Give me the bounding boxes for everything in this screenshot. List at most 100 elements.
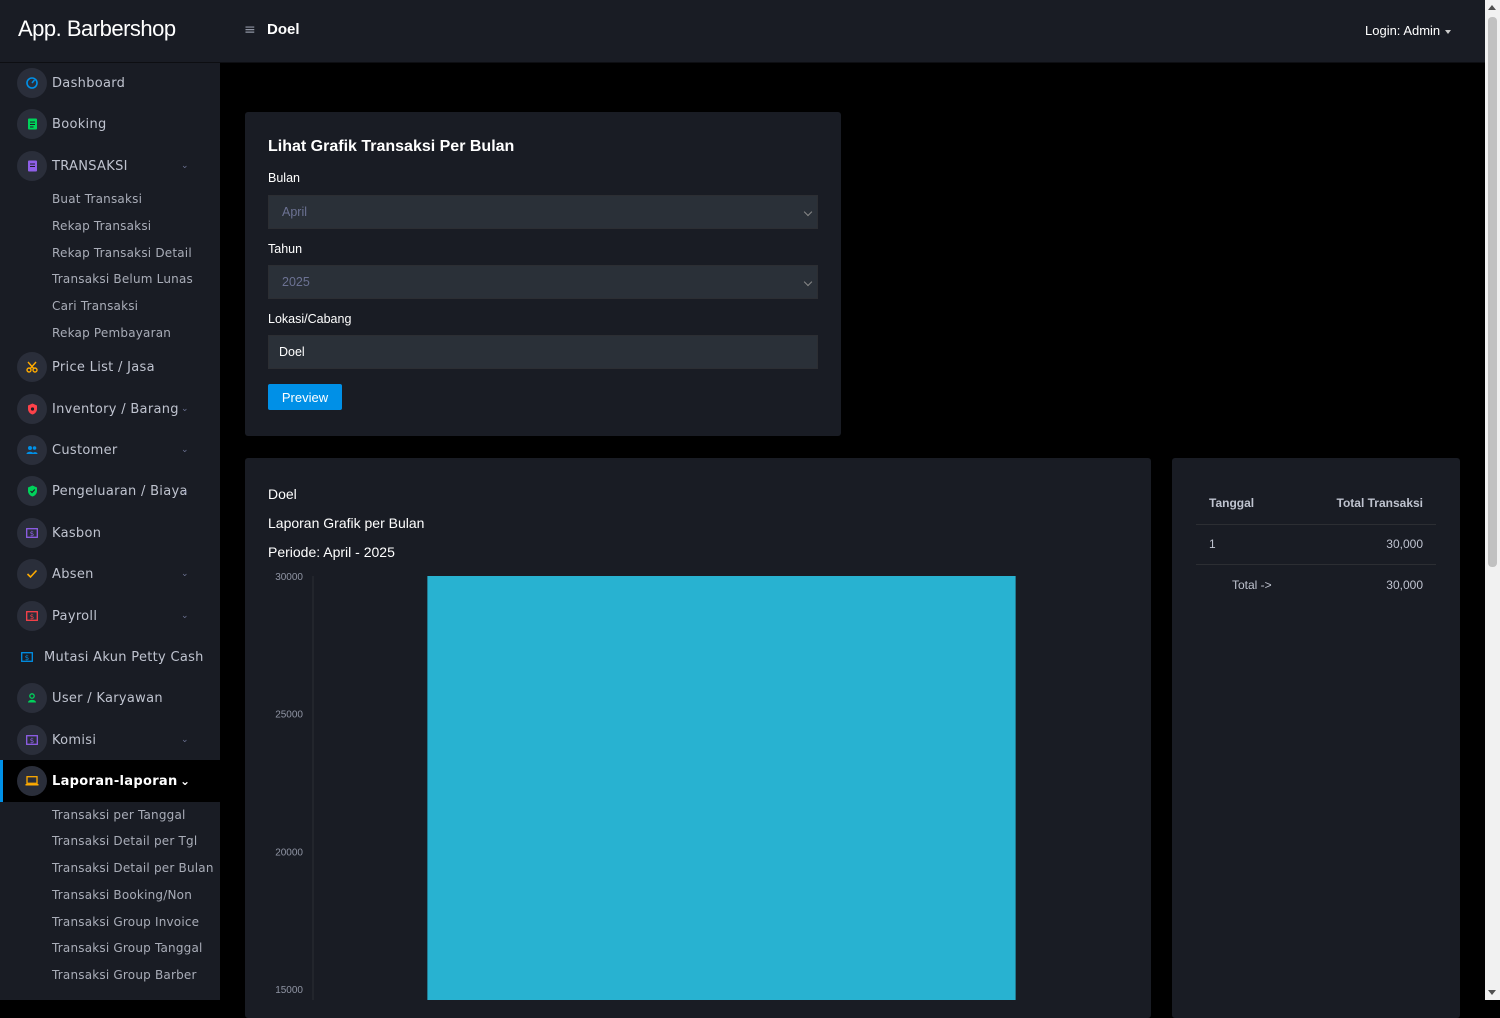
form-title: Lihat Grafik Transaksi Per Bulan <box>268 138 515 155</box>
chevron-down-icon: ⌄ <box>180 774 191 788</box>
sidebar-item-label: User / Karyawan <box>52 690 163 706</box>
sidebar-item-label: Customer <box>52 442 118 458</box>
sidebar-item-dashboard[interactable]: Dashboard <box>0 65 220 101</box>
y-tick-label: 25000 <box>275 710 303 721</box>
total-value: 30,000 <box>1386 578 1423 592</box>
chevron-down-icon: ⌄ <box>181 569 189 579</box>
sidebar-item-inventory[interactable]: Inventory / Barang ⌄ <box>0 391 220 427</box>
table-cell-tanggal: 1 <box>1209 537 1216 551</box>
sidebar-item-label: Booking <box>52 116 107 132</box>
login-dropdown[interactable]: Login: Admin <box>1365 23 1452 38</box>
preview-button[interactable]: Preview <box>268 384 342 410</box>
divider <box>1196 524 1436 525</box>
caret-down-icon <box>1445 29 1452 34</box>
sidebar-item-label: Inventory / Barang <box>52 401 179 417</box>
cash-icon: $ <box>17 725 47 755</box>
chevron-down-icon: ⌄ <box>181 404 189 414</box>
sidebar-item-label: Mutasi Akun Petty Cash <box>44 649 204 665</box>
menu-toggle-icon[interactable]: ≡ <box>244 22 256 38</box>
tahun-label: Tahun <box>268 242 303 256</box>
sidebar-item-mutasi-akun[interactable]: $ Mutasi Akun Petty Cash <box>0 639 220 675</box>
submenu-cari-transaksi[interactable]: Cari Transaksi <box>52 299 138 313</box>
bulan-label: Bulan <box>268 171 300 185</box>
sidebar-item-price-list[interactable]: Price List / Jasa <box>0 349 220 385</box>
lokasi-field[interactable]: Doel <box>268 335 818 369</box>
login-label: Login: Admin <box>1365 23 1441 38</box>
speedometer-icon <box>17 68 47 98</box>
chevron-down-icon: ⌄ <box>181 445 189 455</box>
lokasi-label: Lokasi/Cabang <box>268 312 352 326</box>
sidebar-item-komisi[interactable]: $ Komisi ⌄ <box>0 722 220 758</box>
user-icon <box>17 683 47 713</box>
sidebar-item-label: Payroll <box>52 608 98 624</box>
submenu-rekap-transaksi[interactable]: Rekap Transaksi <box>52 219 151 233</box>
sidebar-item-booking[interactable]: Booking <box>0 106 220 142</box>
bulan-value: April <box>282 205 308 219</box>
scroll-up-arrow-icon[interactable] <box>1488 5 1496 10</box>
cash-icon: $ <box>17 518 47 548</box>
shield-icon <box>17 394 47 424</box>
scroll-down-arrow-icon[interactable] <box>1488 990 1496 995</box>
submenu-transaksi-booking-non[interactable]: Transaksi Booking/Non <box>52 888 192 902</box>
chevron-down-icon: ⌄ <box>181 486 189 496</box>
vertical-scrollbar[interactable] <box>1485 0 1500 1000</box>
sidebar-item-customer[interactable]: Customer ⌄ <box>0 432 220 468</box>
security-icon <box>17 476 47 506</box>
sidebar-item-laporan[interactable]: Laporan-laporan ⌄ <box>0 760 220 802</box>
summary-table-card: Tanggal Total Transaksi 1 30,000 Total -… <box>1172 458 1460 1018</box>
sidebar-item-label: Kasbon <box>52 525 102 541</box>
active-indicator <box>0 760 3 802</box>
notes-icon <box>17 109 47 139</box>
y-tick-label: 20000 <box>275 847 303 858</box>
sidebar-item-user[interactable]: User / Karyawan <box>0 680 220 716</box>
laptop-icon <box>17 766 47 796</box>
sidebar-item-label: Laporan-laporan <box>52 773 178 789</box>
top-navbar: App. Barbershop ≡ Doel Login: Admin <box>0 0 1485 63</box>
app-brand[interactable]: App. Barbershop <box>18 16 176 42</box>
scissors-icon <box>17 352 47 382</box>
submenu-transaksi-group-tanggal[interactable]: Transaksi Group Tanggal <box>52 941 203 955</box>
chart-card: Doel Laporan Grafik per Bulan Periode: A… <box>245 458 1151 1018</box>
sidebar-item-absen[interactable]: Absen ⌄ <box>0 556 220 592</box>
sidebar-item-label: Dashboard <box>52 75 126 91</box>
sidebar: Dashboard Booking TRANSAKSI ⌄ Buat Trans… <box>0 63 220 1000</box>
submenu-transaksi-group-barber[interactable]: Transaksi Group Barber <box>52 968 197 982</box>
submenu-transaksi-detail-per-bulan[interactable]: Transaksi Detail per Bulan <box>52 861 214 875</box>
total-label: Total -> <box>1232 578 1272 592</box>
scroll-thumb[interactable] <box>1488 17 1497 567</box>
svg-text:$: $ <box>30 613 34 621</box>
y-tick-label: 15000 <box>275 985 303 996</box>
sidebar-item-pengeluaran[interactable]: Pengeluaran / Biaya ⌄ <box>0 473 220 509</box>
page-title: Doel <box>267 21 300 38</box>
people-icon <box>17 435 47 465</box>
submenu-buat-transaksi[interactable]: Buat Transaksi <box>52 192 142 206</box>
sidebar-item-label: Absen <box>52 566 94 582</box>
chevron-down-icon: ⌄ <box>181 611 189 621</box>
bulan-select[interactable]: April <box>268 195 818 229</box>
cash-icon: $ <box>12 642 42 672</box>
submenu-transaksi-group-invoice[interactable]: Transaksi Group Invoice <box>52 915 199 929</box>
submenu-transaksi-detail-per-tgl[interactable]: Transaksi Detail per Tgl <box>52 834 197 848</box>
sidebar-item-label: TRANSAKSI <box>52 158 128 174</box>
svg-text:$: $ <box>30 737 34 745</box>
submenu-rekap-pembayaran[interactable]: Rekap Pembayaran <box>52 326 171 340</box>
bar-chart: 30000 25000 20000 15000 <box>275 572 1016 1000</box>
sidebar-item-transaksi[interactable]: TRANSAKSI ⌄ <box>0 148 220 184</box>
submenu-rekap-transaksi-detail[interactable]: Rekap Transaksi Detail <box>52 246 192 260</box>
y-tick-label: 30000 <box>275 572 303 583</box>
submenu-transaksi-belum-lunas[interactable]: Transaksi Belum Lunas <box>52 272 193 286</box>
lokasi-value: Doel <box>279 345 305 359</box>
svg-text:$: $ <box>25 654 29 662</box>
tahun-value: 2025 <box>282 275 310 289</box>
sidebar-item-payroll[interactable]: $ Payroll ⌄ <box>0 598 220 634</box>
tahun-select[interactable]: 2025 <box>268 265 818 299</box>
submenu-transaksi-per-tanggal[interactable]: Transaksi per Tanggal <box>52 808 186 822</box>
table-header-total: Total Transaksi <box>1336 496 1423 510</box>
table-cell-total: 30,000 <box>1386 537 1423 551</box>
sidebar-item-kasbon[interactable]: $ Kasbon <box>0 515 220 551</box>
chevron-down-icon: ⌄ <box>181 161 189 171</box>
cash-icon: $ <box>17 601 47 631</box>
chart-bar[interactable] <box>427 576 1016 1000</box>
sidebar-item-label: Pengeluaran / Biaya <box>52 483 188 499</box>
check-icon <box>17 559 47 589</box>
